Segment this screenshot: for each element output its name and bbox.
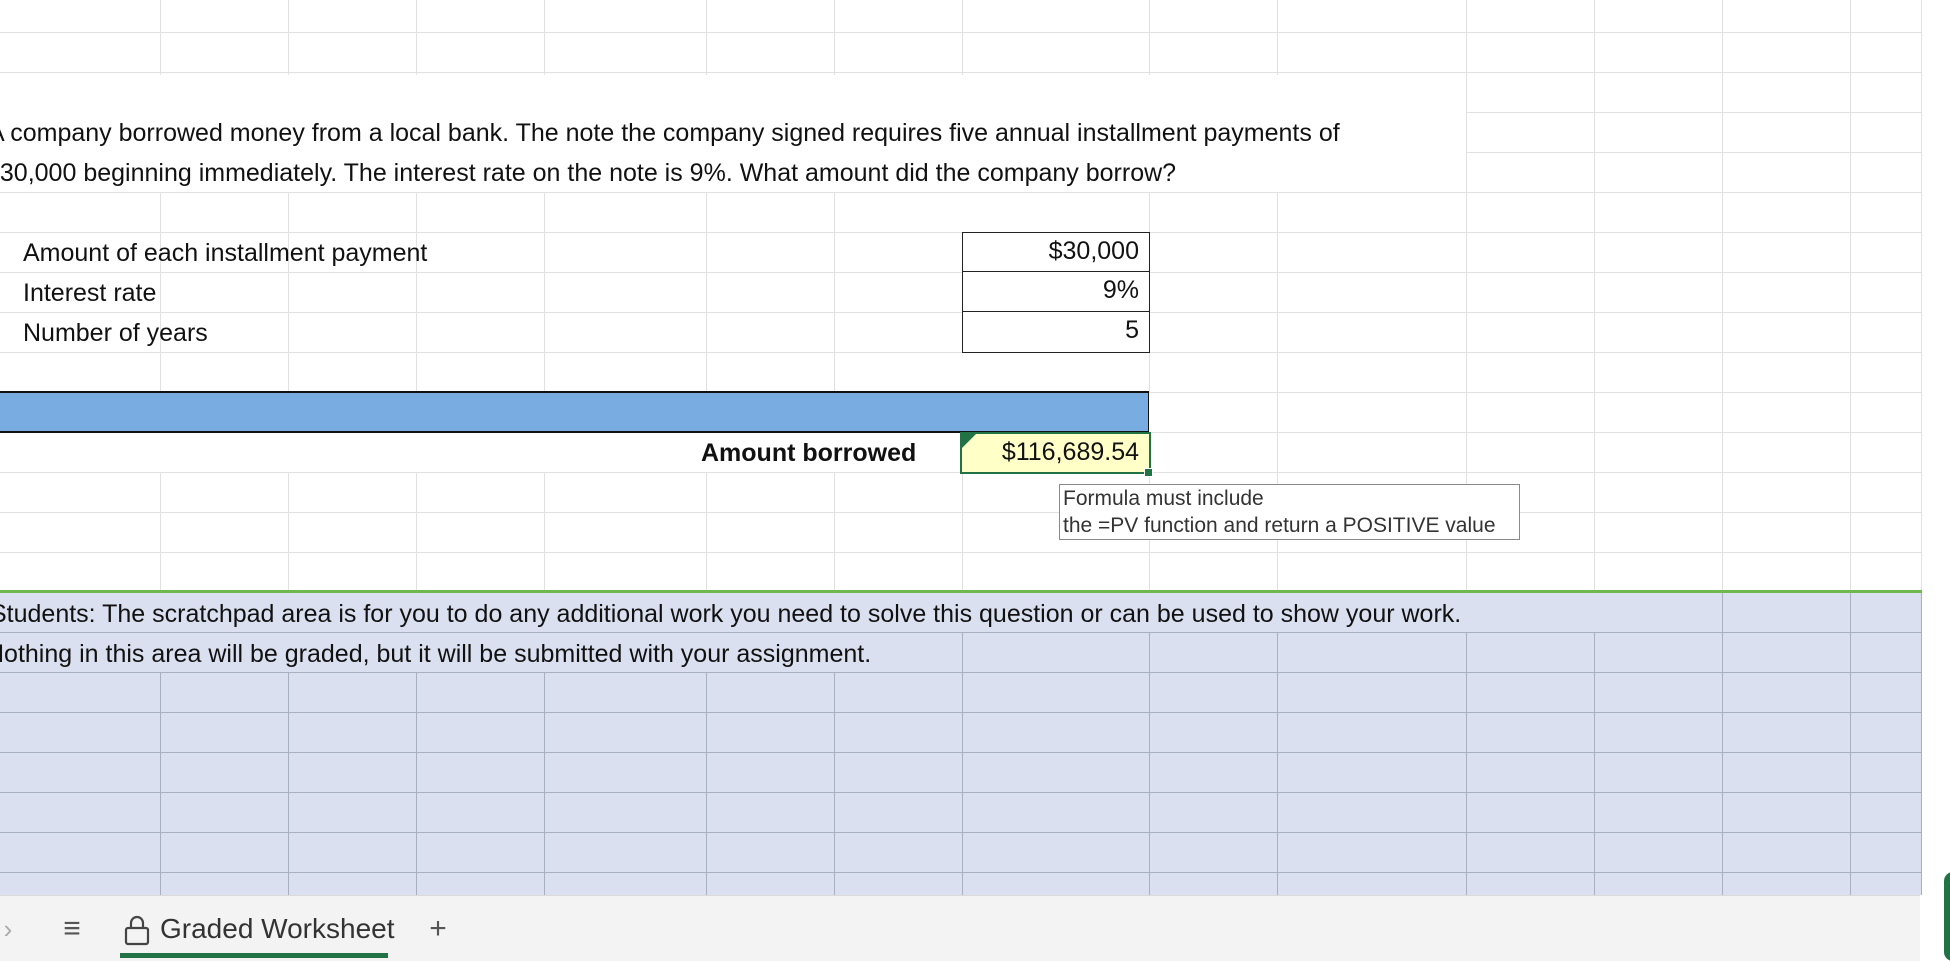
gridline bbox=[0, 312, 1922, 313]
gridline bbox=[160, 473, 161, 590]
gridline bbox=[1149, 633, 1150, 895]
amount-borrowed-cell[interactable]: $116,689.54 bbox=[960, 432, 1151, 474]
gridline bbox=[1594, 0, 1595, 590]
gridline bbox=[1722, 593, 1723, 895]
gridline bbox=[288, 673, 289, 895]
gridline bbox=[544, 673, 545, 895]
gridline bbox=[962, 633, 963, 895]
gridline bbox=[544, 473, 545, 590]
gridline bbox=[544, 0, 545, 75]
scratchpad-note-line-1: Students: The scratchpad area is for you… bbox=[0, 600, 1462, 628]
tooltip-line-1: Formula must include bbox=[1063, 487, 1264, 510]
gridline bbox=[1921, 593, 1922, 895]
gridline bbox=[706, 193, 707, 393]
gridline bbox=[416, 193, 417, 393]
gridline bbox=[1722, 0, 1723, 590]
plus-icon[interactable]: + bbox=[420, 896, 456, 961]
gridline bbox=[706, 0, 707, 75]
input-label-years: Number of years bbox=[23, 319, 208, 347]
gridline bbox=[962, 0, 963, 75]
spreadsheet-viewport: A company borrowed money from a local ba… bbox=[0, 0, 1950, 961]
gridline bbox=[1850, 593, 1851, 895]
comment-indicator-icon bbox=[962, 434, 976, 448]
gridline bbox=[0, 352, 1922, 353]
gridline bbox=[1594, 633, 1595, 895]
gridline bbox=[1850, 0, 1851, 590]
fill-handle[interactable] bbox=[1144, 468, 1153, 477]
lock-icon bbox=[124, 915, 150, 946]
chevron-right-icon[interactable]: › bbox=[0, 896, 18, 961]
gridline bbox=[1277, 0, 1278, 75]
gridline bbox=[0, 512, 1922, 513]
gridline bbox=[834, 193, 835, 393]
gridline bbox=[0, 72, 1922, 73]
input-label-payment: Amount of each installment payment bbox=[23, 239, 428, 267]
gridline bbox=[706, 673, 707, 895]
comment-tooltip: Formula must include the =PV function an… bbox=[1059, 484, 1520, 540]
gridline bbox=[160, 673, 161, 895]
gridline bbox=[1149, 0, 1150, 75]
gridline bbox=[416, 0, 417, 75]
sheet-tab-label: Graded Worksheet bbox=[160, 913, 395, 944]
gridline bbox=[1466, 152, 1922, 153]
gridline bbox=[288, 0, 289, 75]
gridline bbox=[544, 193, 545, 393]
scratchpad-divider bbox=[0, 590, 1922, 593]
question-line-2: $30,000 beginning immediately. The inter… bbox=[0, 159, 1177, 187]
gridline bbox=[962, 473, 963, 590]
scratchpad-note-line-2: Nothing in this area will be graded, but… bbox=[0, 640, 872, 668]
active-tab-indicator bbox=[120, 953, 388, 958]
question-line-1: A company borrowed money from a local ba… bbox=[0, 119, 1340, 147]
hamburger-menu-icon[interactable]: ≡ bbox=[54, 896, 90, 961]
gridline bbox=[1466, 112, 1922, 113]
result-label: Amount borrowed bbox=[701, 439, 917, 467]
gridline bbox=[1277, 633, 1278, 895]
sheet-tab-bar: › ≡ Graded Worksheet + bbox=[0, 895, 1920, 961]
gridline bbox=[416, 673, 417, 895]
vertical-scrollbar-thumb[interactable] bbox=[1944, 872, 1950, 961]
gridline bbox=[160, 0, 161, 75]
gridline bbox=[0, 552, 1922, 553]
gridline bbox=[288, 193, 289, 393]
rate-input-cell[interactable]: 9% bbox=[962, 271, 1150, 313]
gridline bbox=[1921, 0, 1922, 590]
years-input-cell[interactable]: 5 bbox=[962, 311, 1150, 353]
gridline bbox=[160, 193, 161, 393]
gridline bbox=[416, 473, 417, 590]
tooltip-line-2: the =PV function and return a POSITIVE v… bbox=[1063, 514, 1496, 537]
gridline bbox=[834, 473, 835, 590]
section-header-band bbox=[0, 391, 1149, 433]
gridline bbox=[1466, 633, 1467, 895]
gridline bbox=[834, 0, 835, 75]
gridline bbox=[706, 473, 707, 590]
gridline bbox=[288, 473, 289, 590]
payment-input-cell[interactable]: $30,000 bbox=[962, 232, 1150, 273]
gridline bbox=[0, 32, 1922, 33]
gridline bbox=[834, 673, 835, 895]
input-label-rate: Interest rate bbox=[23, 279, 157, 307]
